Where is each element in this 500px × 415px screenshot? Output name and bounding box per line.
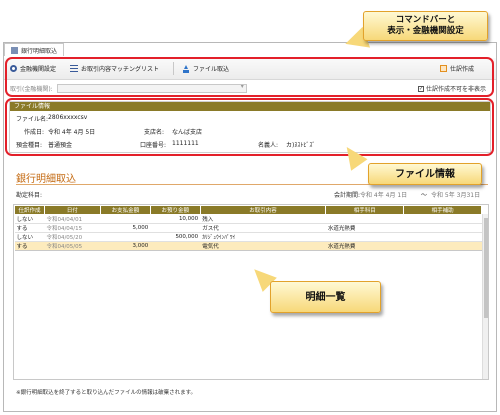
cell-counter-account[interactable] [325,232,404,242]
cell-description[interactable]: ガス代 [200,223,326,233]
col-journal[interactable]: 仕訳作成 [14,205,45,215]
grid-header-row: 仕訳作成 日付 お支払金額 お預り金額 お取引内容 相手科目 相手補助 [14,205,482,215]
cell-counter-sub[interactable] [403,223,482,233]
callout-command-bar-line1: コマンドバーと [395,15,456,25]
col-payment[interactable]: お支払金額 [99,205,151,215]
cell-counter-account[interactable]: 水道光熱費 [325,223,404,233]
cell-payment[interactable]: 5,000 [100,223,151,233]
command-bar-highlight [5,57,494,97]
col-counter-account[interactable]: 相手科目 [325,205,405,215]
cell-journal[interactable]: する [14,223,45,233]
callout-command-bar: コマンドバーと 表示・金融機関設定 [363,11,488,41]
col-deposit[interactable]: お預り金額 [149,205,201,215]
document-icon [11,46,18,54]
cell-description[interactable]: ｶﾘｼﾞｭｳｲﾝﾊﾟﾜｲ [200,232,326,242]
period-separator: 〜 [421,192,428,199]
cell-payment[interactable]: 3,000 [100,241,151,251]
cell-counter-sub[interactable] [403,241,482,251]
cell-description[interactable]: 電気代 [200,241,326,251]
cell-payment[interactable] [100,232,151,242]
subject-label: 勘定科目: [16,192,43,199]
cell-journal[interactable]: する [14,241,45,251]
detail-grid: 仕訳作成 日付 お支払金額 お預り金額 お取引内容 相手科目 相手補助 しない … [14,205,482,251]
grid-scrollbar[interactable] [482,214,488,379]
table-row-selected[interactable]: する 令和04/05/05 3,000 電気代 水道光熱費 [14,241,482,251]
table-row[interactable]: する 令和04/04/15 5,000 ガス代 水道光熱費 [14,223,482,233]
cell-deposit[interactable] [150,223,201,233]
cell-counter-sub[interactable] [403,214,482,224]
cell-deposit[interactable]: 10,000 [150,214,201,224]
callout-command-bar-line2: 表示・金融機関設定 [387,26,464,36]
cell-description[interactable]: 残入 [200,214,326,224]
callout-file-info: ファイル情報 [368,163,482,185]
tab-bank-import[interactable]: 銀行明細取込 [4,43,65,56]
period-label: 会計期間: [334,192,361,199]
cell-counter-sub[interactable] [403,232,482,242]
cell-journal[interactable]: しない [14,214,45,224]
cell-counter-account[interactable]: 水道光熱費 [325,241,404,251]
col-date[interactable]: 日付 [43,205,101,215]
period-from: 令和 4年 4月 1日 [360,192,408,199]
file-info-highlight [5,98,494,156]
col-description[interactable]: お取引内容 [199,205,327,215]
cell-date[interactable]: 令和04/04/01 [44,214,101,224]
callout-detail-list: 明細一覧 [270,281,381,313]
cell-deposit[interactable] [150,241,201,251]
col-counter-sub[interactable]: 相手補助 [403,205,482,215]
cell-payment[interactable] [100,214,151,224]
cell-date[interactable]: 令和04/05/20 [44,232,101,242]
footnote: ※銀行明細取込を終了すると取り込んだファイルの情報は破棄されます。 [16,390,197,396]
tab-label: 銀行明細取込 [21,47,58,55]
cell-counter-account[interactable] [325,214,404,224]
cell-journal[interactable]: しない [14,232,45,242]
period-to: 令和 5年 3月31日 [431,192,481,199]
cell-date[interactable]: 令和04/05/05 [44,241,101,251]
scrollbar-thumb[interactable] [484,218,488,318]
table-row[interactable]: しない 令和04/05/20 500,000 ｶﾘｼﾞｭｳｲﾝﾊﾟﾜｲ [14,232,482,242]
table-row[interactable]: しない 令和04/04/01 10,000 残入 [14,214,482,224]
page-title: 銀行明細取込 [16,174,76,185]
cell-deposit[interactable]: 500,000 [150,232,201,242]
cell-date[interactable]: 令和04/04/15 [44,223,101,233]
